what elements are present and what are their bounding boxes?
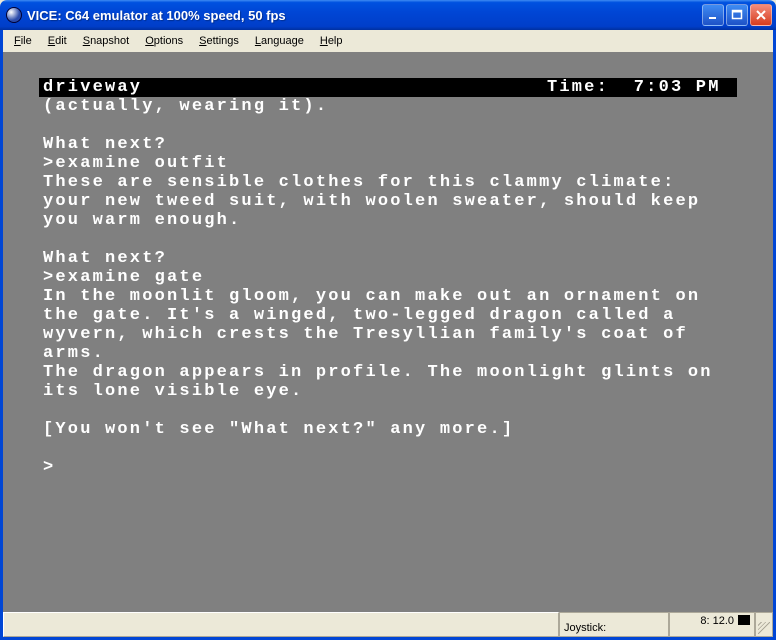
drive-led-icon (738, 615, 750, 625)
drive-pane: 8: 12.0 (669, 612, 755, 637)
c64-screen: driveway Time: 7:03 PM (actually, wearin… (39, 78, 737, 477)
window-control-buttons (702, 4, 772, 26)
game-text-line: These are sensible clothes for this clam… (39, 173, 737, 230)
app-window: VICE: C64 emulator at 100% speed, 50 fps… (0, 0, 776, 640)
game-block: > (39, 458, 737, 477)
game-text-line: >examine gate (39, 268, 737, 287)
close-button[interactable] (750, 4, 772, 26)
game-line-after-status: (actually, wearing it). (39, 97, 737, 116)
menubar: FileEditSnapshotOptionsSettingsLanguageH… (0, 30, 776, 52)
titlebar: VICE: C64 emulator at 100% speed, 50 fps (0, 0, 776, 30)
menu-item-options[interactable]: Options (137, 33, 191, 49)
game-block: [You won't see "What next?" any more.] (39, 420, 737, 439)
menu-item-snapshot[interactable]: Snapshot (75, 33, 138, 49)
maximize-button[interactable] (726, 4, 748, 26)
game-text-line: >examine outfit (39, 154, 737, 173)
drive-label: 8: 12.0 (700, 615, 734, 627)
game-text-line: The dragon appears in profile. The moonl… (39, 363, 737, 401)
game-block: What next?>examine outfitThese are sensi… (39, 135, 737, 230)
game-location: driveway (43, 78, 547, 97)
game-text-line: What next? (39, 249, 737, 268)
resize-grip[interactable] (755, 612, 773, 637)
game-block: What next?>examine gateIn the moonlit gl… (39, 249, 737, 401)
app-icon (6, 7, 22, 23)
game-time: Time: 7:03 PM (547, 78, 733, 97)
game-text-line: What next? (39, 135, 737, 154)
joystick-label: Joystick: (564, 622, 606, 634)
menu-item-language[interactable]: Language (247, 33, 312, 49)
joystick-pane: Joystick: (559, 612, 669, 637)
statusbar: Joystick: 8: 12.0 (0, 612, 776, 640)
game-text-line: [You won't see "What next?" any more.] (39, 420, 737, 439)
game-text-line: > (39, 458, 737, 477)
menu-item-help[interactable]: Help (312, 33, 351, 49)
menu-item-settings[interactable]: Settings (191, 33, 247, 49)
game-status-line: driveway Time: 7:03 PM (39, 78, 737, 97)
game-text-line: In the moonlit gloom, you can make out a… (39, 287, 737, 363)
statusbar-spacer (3, 612, 559, 637)
window-title: VICE: C64 emulator at 100% speed, 50 fps (27, 8, 702, 23)
game-transcript: What next?>examine outfitThese are sensi… (39, 135, 737, 477)
menu-item-file[interactable]: File (6, 33, 40, 49)
menu-item-edit[interactable]: Edit (40, 33, 75, 49)
minimize-button[interactable] (702, 4, 724, 26)
emulator-viewport[interactable]: driveway Time: 7:03 PM (actually, wearin… (0, 52, 776, 612)
